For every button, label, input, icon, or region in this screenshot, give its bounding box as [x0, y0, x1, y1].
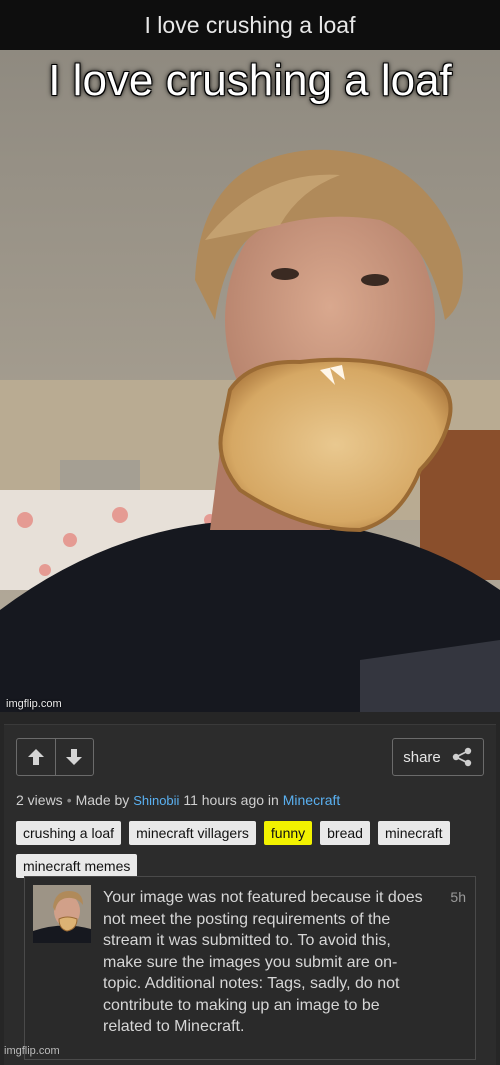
meme-caption: I love crushing a loaf [48, 56, 452, 105]
made-by-label: Made by [75, 792, 130, 808]
arrow-down-icon [66, 749, 83, 765]
footer-watermark: imgflip.com [4, 1045, 60, 1057]
tag-funny[interactable]: funny [263, 821, 313, 845]
share-icon [452, 747, 471, 767]
notification-message: Your image was not featured because it d… [103, 889, 423, 1035]
time-ago: 11 hours ago in [183, 792, 279, 808]
notification-card[interactable]: Your image was not featured because it d… [24, 876, 476, 1060]
stream-link[interactable]: Minecraft [283, 792, 341, 808]
meme-meta: 2 views • Made by Shinobii 11 hours ago in… [16, 792, 340, 808]
tag-minecraft-memes[interactable]: minecraft memes [16, 854, 138, 878]
arrow-up-icon [27, 749, 44, 765]
meme-image[interactable]: I love crushing a loaf imgflip.com [0, 50, 500, 712]
author-link[interactable]: Shinobii [133, 793, 179, 808]
notification-thumbnail [33, 885, 91, 943]
upvote-button[interactable] [17, 739, 55, 775]
downvote-button[interactable] [54, 739, 94, 775]
tag-minecraft-villagers[interactable]: minecraft villagers [129, 821, 256, 845]
tag-crushing-a-loaf[interactable]: crushing a loaf [16, 821, 122, 845]
meme-photo [0, 50, 500, 712]
image-watermark: imgflip.com [6, 698, 62, 710]
view-count: 2 views [16, 792, 63, 808]
page-title: I love crushing a loaf [0, 0, 500, 50]
thumbnail-image [33, 885, 91, 943]
share-label: share [403, 748, 441, 766]
tag-minecraft[interactable]: minecraft [377, 821, 450, 845]
tag-list: crushing a loaf minecraft villagers funn… [16, 821, 486, 878]
notification-time: 5h [450, 889, 466, 905]
meta-separator: • [66, 792, 72, 808]
tag-bread[interactable]: bread [320, 821, 370, 845]
vote-buttons [16, 738, 94, 776]
share-button[interactable]: share [392, 738, 484, 776]
